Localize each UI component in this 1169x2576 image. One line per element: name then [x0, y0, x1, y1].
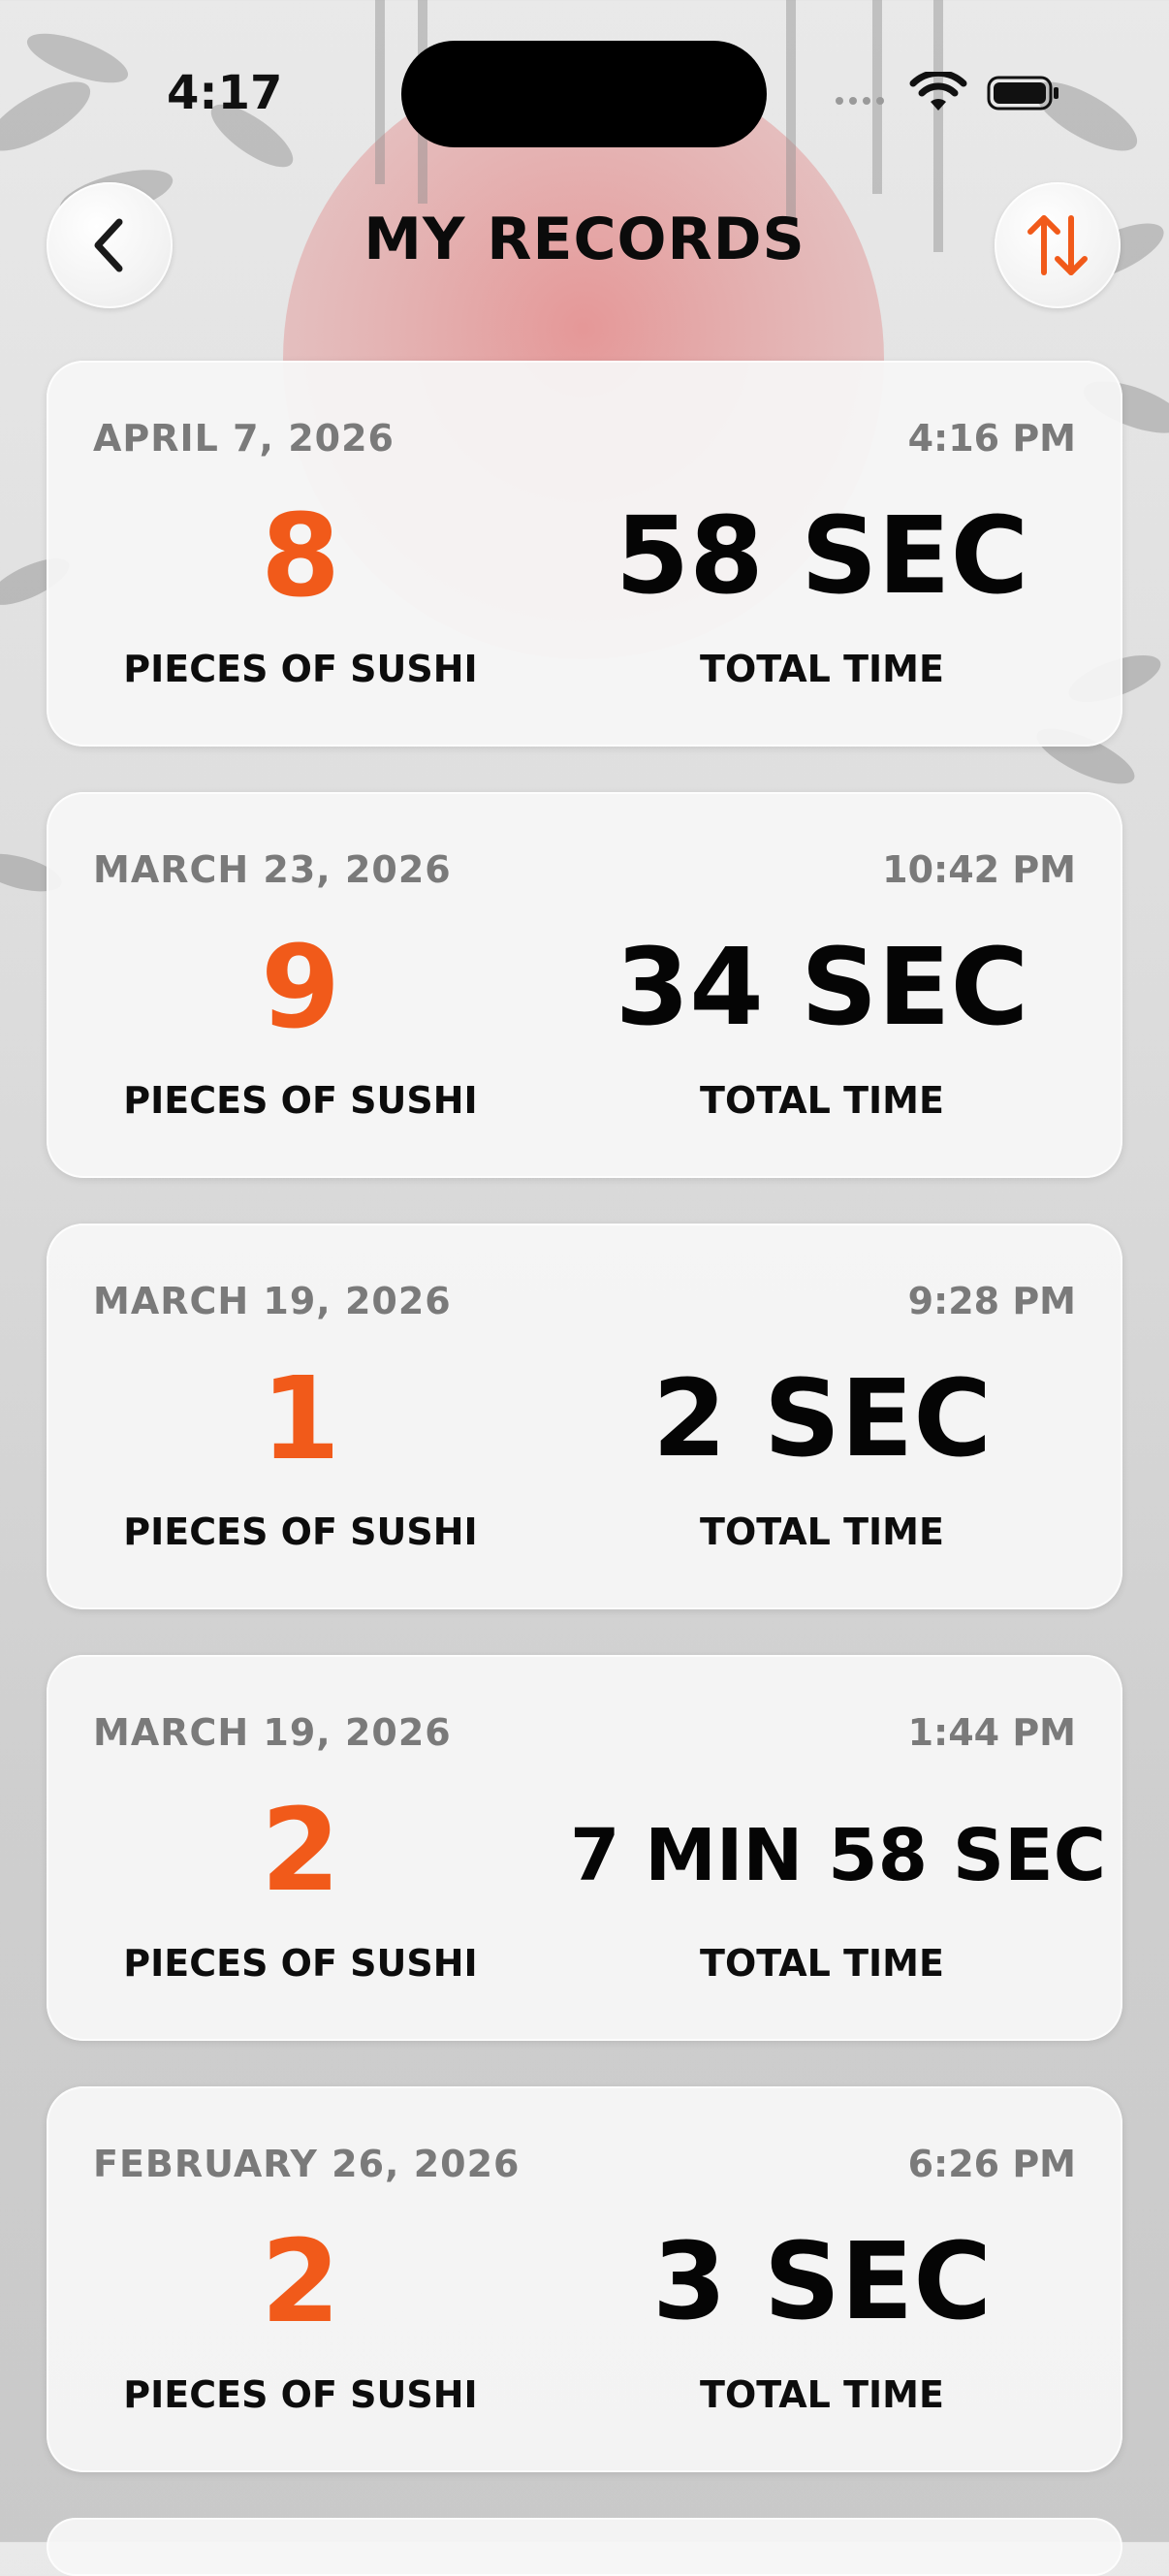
record-time: 1:44 PM [907, 1711, 1076, 1754]
total-time-label: TOTAL TIME [700, 2373, 944, 2416]
record-card-partial[interactable] [47, 2518, 1122, 2576]
record-time: 9:28 PM [907, 1280, 1076, 1322]
record-date: FEBRUARY 26, 2026 [93, 2143, 521, 2185]
total-time-label: TOTAL TIME [700, 1511, 944, 1553]
record-time: 4:16 PM [907, 417, 1076, 460]
battery-icon [987, 76, 1058, 111]
status-time: 4:17 [167, 66, 283, 120]
record-date: MARCH 19, 2026 [93, 1711, 452, 1754]
pieces-label: PIECES OF SUSHI [123, 2373, 478, 2416]
pieces-count: 9 [260, 920, 341, 1054]
total-time-value: 7 MIN 58 SEC [570, 1814, 1107, 1897]
record-time: 10:42 PM [882, 848, 1076, 891]
sort-button[interactable] [995, 182, 1121, 308]
record-card[interactable]: MARCH 19, 2026 9:28 PM 1 PIECES OF SUSHI… [47, 1224, 1122, 1609]
dynamic-island [401, 41, 767, 147]
total-time-value: 34 SEC [615, 925, 1029, 1049]
pieces-count: 1 [260, 1352, 341, 1485]
pieces-label: PIECES OF SUSHI [123, 648, 478, 690]
record-date: MARCH 23, 2026 [93, 848, 452, 891]
total-time-label: TOTAL TIME [700, 1942, 944, 1985]
sort-arrows-icon [1027, 215, 1088, 275]
records-list: APRIL 7, 2026 4:16 PM 8 PIECES OF SUSHI … [47, 361, 1122, 2518]
status-bar: 4:17 [0, 0, 1169, 184]
pieces-label: PIECES OF SUSHI [123, 1511, 478, 1553]
cellular-signal-icon [836, 97, 884, 109]
total-time-value: 3 SEC [652, 2219, 992, 2343]
record-date: MARCH 19, 2026 [93, 1280, 452, 1322]
pieces-label: PIECES OF SUSHI [123, 1079, 478, 1122]
total-time-value: 58 SEC [615, 493, 1029, 618]
pieces-count: 2 [260, 2214, 341, 2348]
pieces-label: PIECES OF SUSHI [123, 1942, 478, 1985]
record-card[interactable]: MARCH 19, 2026 1:44 PM 2 PIECES OF SUSHI… [47, 1655, 1122, 2041]
record-card[interactable]: FEBRUARY 26, 2026 6:26 PM 2 PIECES OF SU… [47, 2086, 1122, 2472]
record-card[interactable]: MARCH 23, 2026 10:42 PM 9 PIECES OF SUSH… [47, 792, 1122, 1178]
total-time-label: TOTAL TIME [700, 648, 944, 690]
record-card[interactable]: APRIL 7, 2026 4:16 PM 8 PIECES OF SUSHI … [47, 361, 1122, 747]
record-date: APRIL 7, 2026 [93, 417, 395, 460]
total-time-value: 2 SEC [652, 1356, 992, 1480]
pieces-count: 2 [260, 1783, 341, 1917]
record-time: 6:26 PM [907, 2143, 1076, 2185]
wifi-icon [909, 72, 967, 111]
page-title: MY RECORDS [363, 206, 806, 273]
total-time-label: TOTAL TIME [700, 1079, 944, 1122]
pieces-count: 8 [260, 489, 341, 622]
